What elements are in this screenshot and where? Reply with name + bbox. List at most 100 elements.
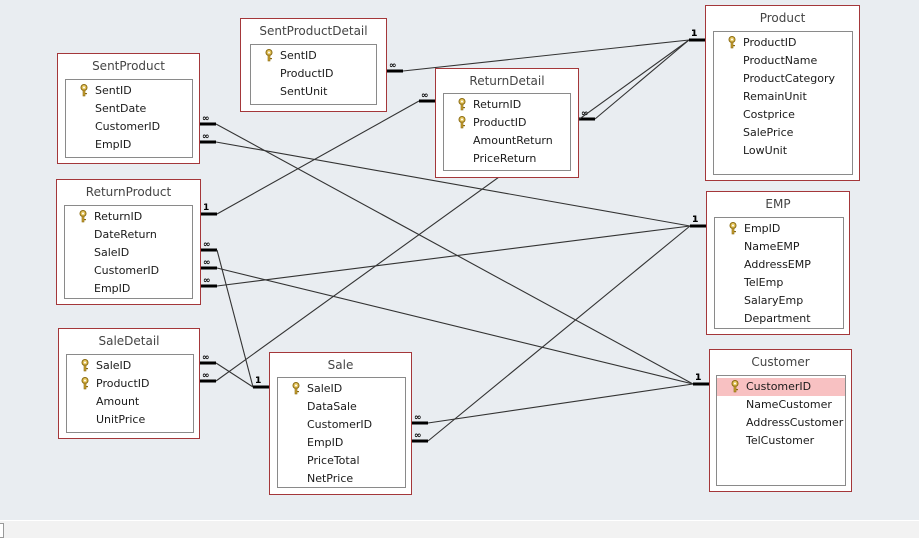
- field-item[interactable]: SaleID: [278, 380, 405, 398]
- field-item[interactable]: EmpID: [278, 434, 405, 452]
- field-list[interactable]: SaleID ProductID Amount UnitPrice: [66, 354, 194, 433]
- field-item[interactable]: NetPrice: [278, 470, 405, 488]
- field-name: SalaryEmp: [744, 294, 804, 307]
- field-item[interactable]: SalaryEmp: [715, 292, 843, 310]
- field-item[interactable]: SaleID: [67, 357, 193, 375]
- field-item[interactable]: RemainUnit: [714, 88, 852, 106]
- field-list[interactable]: ReturnID DateReturn SaleID CustomerID EmpID: [64, 205, 193, 299]
- field-item[interactable]: SentUnit: [251, 83, 376, 101]
- field-item[interactable]: CustomerID: [278, 416, 405, 434]
- field-item[interactable]: SaleID: [65, 244, 192, 262]
- field-item[interactable]: TelEmp: [715, 274, 843, 292]
- field-item[interactable]: ProductName: [714, 52, 852, 70]
- cardinality-many-icon: ∞: [414, 413, 422, 423]
- field-item[interactable]: DataSale: [278, 398, 405, 416]
- relationship-line[interactable]: ∞1: [412, 373, 709, 425]
- table-returnproduct[interactable]: ReturnProduct ReturnID DateReturn SaleID Cus…: [56, 179, 201, 305]
- field-list[interactable]: ProductID ProductName ProductCategory Remai…: [713, 31, 853, 175]
- table-sentproductdetail[interactable]: SentProductDetail SentID ProductID SentUnit: [240, 18, 387, 112]
- relationships-canvas[interactable]: ∞ 1 ∞ 1 1 ∞ ∞ 1 ∞ 1 ∞ 1 ∞ 1 ∞ 1 ∞ 1 ∞ 1 ∞ 1 ∞ 1 SentProductDeta…: [0, 0, 919, 520]
- field-item[interactable]: CustomerID: [66, 118, 192, 136]
- field-item[interactable]: EmpID: [66, 136, 192, 154]
- table-emp[interactable]: EMP EmpID NameEMP AddressEMP TelEmp SalaryEmp…: [706, 191, 850, 335]
- field-name: ReturnID: [473, 98, 522, 111]
- field-name: ProductID: [280, 67, 334, 80]
- cardinality-many-icon: ∞: [203, 276, 211, 286]
- field-name: EmpID: [94, 282, 131, 295]
- field-item[interactable]: EmpID: [715, 220, 843, 238]
- table-saledetail[interactable]: SaleDetail SaleID ProductID Amount UnitPrice: [58, 328, 200, 439]
- cardinality-many-icon: ∞: [414, 431, 422, 441]
- relationship-line[interactable]: ∞1: [412, 215, 706, 443]
- field-item[interactable]: UnitPrice: [67, 411, 193, 429]
- field-item[interactable]: Costprice: [714, 106, 852, 124]
- field-name: ReturnID: [94, 210, 143, 223]
- field-item[interactable]: TelCustomer: [717, 432, 845, 450]
- field-item[interactable]: ProductCategory: [714, 70, 852, 88]
- table-title[interactable]: EMP: [707, 192, 849, 214]
- cardinality-one-label: 1: [695, 373, 701, 383]
- field-name: ProductCategory: [743, 72, 836, 85]
- field-item[interactable]: CustomerID: [65, 262, 192, 280]
- table-sentproduct[interactable]: SentProduct SentID SentDate CustomerID EmpID: [57, 53, 200, 164]
- field-item[interactable]: Amount: [67, 393, 193, 411]
- field-item[interactable]: ReturnID: [444, 96, 570, 114]
- table-title[interactable]: ReturnDetail: [436, 69, 578, 91]
- field-item[interactable]: AddressCustomer: [717, 414, 845, 432]
- field-item[interactable]: PriceReturn: [444, 150, 570, 168]
- field-item[interactable]: SentID: [251, 47, 376, 65]
- field-item[interactable]: CustomerID: [717, 378, 845, 396]
- field-item[interactable]: PriceTotal: [278, 452, 405, 470]
- table-product[interactable]: Product ProductID ProductName ProductCatego…: [705, 5, 860, 181]
- table-sale[interactable]: Sale SaleID DataSale CustomerID EmpID PriceTo…: [269, 352, 412, 495]
- primary-key-icon: [80, 377, 90, 390]
- field-item[interactable]: AmountReturn: [444, 132, 570, 150]
- field-item[interactable]: ReturnID: [65, 208, 192, 226]
- table-title[interactable]: SentProductDetail: [241, 19, 386, 41]
- field-list[interactable]: EmpID NameEMP AddressEMP TelEmp SalaryEmp Dep…: [714, 217, 844, 329]
- field-name: CustomerID: [94, 264, 160, 277]
- field-name: AddressCustomer: [746, 416, 844, 429]
- field-item[interactable]: ProductID: [67, 375, 193, 393]
- field-list[interactable]: CustomerID NameCustomer AddressCustomer Tel…: [716, 375, 846, 486]
- table-title[interactable]: Sale: [270, 353, 411, 375]
- field-name: NameCustomer: [746, 398, 832, 411]
- field-name: LowUnit: [743, 144, 788, 157]
- field-item[interactable]: AddressEMP: [715, 256, 843, 274]
- field-list[interactable]: ReturnID ProductID AmountReturn PriceReturn: [443, 93, 571, 171]
- field-list[interactable]: SentID SentDate CustomerID EmpID: [65, 79, 193, 158]
- relationship-line[interactable]: ∞1: [201, 240, 269, 389]
- field-name: SaleID: [94, 246, 130, 259]
- table-customer[interactable]: Customer CustomerID NameCustomer AddressCus…: [709, 349, 852, 492]
- field-list[interactable]: SaleID DataSale CustomerID EmpID PriceTotal N…: [277, 377, 406, 488]
- field-item[interactable]: LowUnit: [714, 142, 852, 160]
- field-item[interactable]: ProductID: [251, 65, 376, 83]
- field-item[interactable]: SentID: [66, 82, 192, 100]
- field-item[interactable]: ProductID: [714, 34, 852, 52]
- field-name: SaleID: [307, 382, 343, 395]
- relationship-line[interactable]: ∞1: [387, 29, 705, 73]
- field-item[interactable]: ProductID: [444, 114, 570, 132]
- primary-key-icon: [80, 359, 90, 372]
- field-name: CustomerID: [307, 418, 373, 431]
- field-item[interactable]: Department: [715, 310, 843, 328]
- field-item[interactable]: EmpID: [65, 280, 192, 298]
- cardinality-one-label: 1: [203, 203, 209, 213]
- table-title[interactable]: SentProduct: [58, 54, 199, 76]
- field-item[interactable]: SalePrice: [714, 124, 852, 142]
- table-title[interactable]: SaleDetail: [59, 329, 199, 351]
- table-title[interactable]: Customer: [710, 350, 851, 372]
- table-title[interactable]: ReturnProduct: [57, 180, 200, 202]
- primary-key-icon: [457, 116, 467, 129]
- field-list[interactable]: SentID ProductID SentUnit: [250, 44, 377, 105]
- field-name: TelCustomer: [746, 434, 815, 447]
- field-item[interactable]: NameEMP: [715, 238, 843, 256]
- field-item[interactable]: DateReturn: [65, 226, 192, 244]
- table-returndetail[interactable]: ReturnDetail ReturnID ProductID AmountRetur…: [435, 68, 579, 178]
- field-item[interactable]: NameCustomer: [717, 396, 845, 414]
- field-name: PriceTotal: [307, 454, 360, 467]
- status-grip: [0, 523, 4, 538]
- field-name: EmpID: [744, 222, 781, 235]
- field-item[interactable]: SentDate: [66, 100, 192, 118]
- table-title[interactable]: Product: [706, 6, 859, 28]
